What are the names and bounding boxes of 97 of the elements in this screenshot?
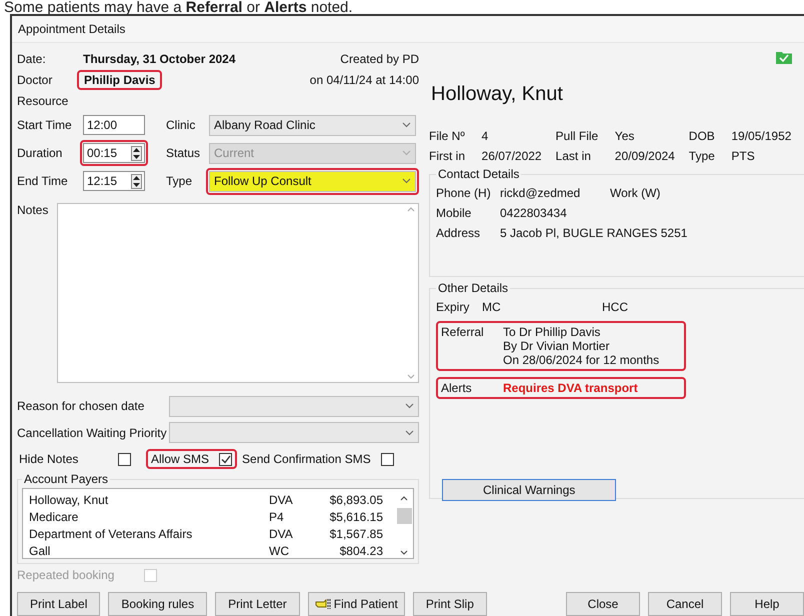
contact-label: Work (W) — [610, 186, 660, 200]
field-label: Date: — [17, 52, 47, 66]
clinical-warnings-button[interactable]: Clinical Warnings — [442, 479, 616, 501]
payer-name: Holloway, Knut — [29, 493, 110, 508]
time-field[interactable]: 12:00 — [83, 115, 145, 136]
panel-title: Other Details — [437, 281, 510, 295]
payer-name: Department of Veterans Affairs — [29, 527, 194, 542]
contact-label: Phone (H) — [436, 186, 492, 200]
field-label: HCC — [602, 300, 628, 314]
info-value: 20/09/2024 — [614, 149, 676, 163]
field-label: Resource — [17, 94, 70, 108]
field-label: Cancellation Waiting Priority — [17, 426, 168, 440]
field-label: MC — [482, 300, 502, 314]
payer-amount: $804.23 — [338, 544, 383, 558]
footer-button[interactable]: Print Letter — [215, 592, 300, 616]
payer-code: WC — [269, 544, 290, 558]
field-label: Notes — [17, 202, 50, 217]
payer-name: Medicare — [29, 510, 80, 524]
field-label: Start Time — [17, 118, 73, 132]
contact-value: 0422803434 — [500, 206, 568, 220]
panel-title: Contact Details — [437, 167, 520, 181]
info-label: DOB — [688, 129, 716, 143]
checkbox[interactable] — [380, 452, 394, 466]
patient-name: Holloway, Knut — [430, 82, 564, 107]
scrollbar-thumb-icon[interactable] — [396, 508, 412, 524]
folder-check-icon[interactable] — [776, 50, 792, 64]
field-label: End Time — [17, 174, 69, 188]
field-label: Type — [166, 174, 194, 188]
referral-line: By Dr Vivian Mortier — [503, 339, 610, 353]
contact-label: Address — [436, 226, 482, 240]
info-value: 19/05/1952 — [731, 129, 792, 143]
time-field[interactable]: 12:15 — [83, 171, 145, 192]
window-title: Appointment Details — [18, 22, 126, 36]
payer-amount: $6,893.05 — [328, 493, 383, 508]
alert-text: Requires DVA transport — [503, 381, 638, 395]
spinner-icon[interactable] — [131, 174, 142, 189]
field-label: Expiry — [436, 300, 470, 314]
caret-icon — [402, 178, 411, 184]
created-by: Created by PD — [340, 52, 419, 66]
payer-name: Gall — [29, 544, 52, 558]
info-value: 26/07/2022 — [482, 149, 543, 163]
contact-label: Mobile — [436, 206, 472, 220]
info-label: File Nº — [429, 129, 466, 143]
caret-icon — [405, 430, 414, 436]
dropdown[interactable]: Albany Road Clinic — [209, 114, 416, 136]
payer-code: DVA — [269, 493, 294, 508]
footer-button[interactable]: Print Slip — [412, 592, 487, 616]
scroll-up-icon[interactable] — [400, 496, 408, 502]
payer-amount: $5,616.15 — [328, 510, 383, 524]
checkbox[interactable] — [118, 452, 131, 466]
field-label: Alerts — [441, 381, 473, 395]
info-label: First in — [429, 149, 466, 163]
payer-code: P4 — [269, 510, 285, 524]
dropdown[interactable] — [169, 422, 419, 444]
panel-title: Account Payers — [23, 472, 110, 486]
info-value: Yes — [614, 129, 636, 143]
field-label: Status — [166, 146, 202, 160]
spinner-icon[interactable] — [131, 146, 142, 161]
dropdown[interactable]: Follow Up Consult — [209, 170, 416, 192]
date-value: Thursday, 31 October 2024 — [83, 52, 236, 66]
checkbox-label: Allow SMS — [151, 452, 210, 466]
caption: Some patients may have a Referral or Alerts noted. — [3, 0, 354, 14]
dropdown[interactable] — [169, 396, 419, 417]
info-label: Last in — [556, 149, 592, 163]
payer-amount: $1,567.85 — [328, 527, 383, 542]
created-on: on 04/11/24 at 14:00 — [310, 73, 419, 88]
referral-line: To Dr Phillip Davis — [503, 325, 602, 339]
scroll-down-icon[interactable] — [400, 550, 408, 556]
caret-icon — [402, 150, 411, 156]
footer-button[interactable]: Find Patient — [308, 592, 405, 616]
field-label: Duration — [17, 146, 64, 160]
payer-code: DVA — [269, 527, 294, 542]
footer-button[interactable]: Close — [566, 592, 640, 616]
info-value: 4 — [482, 129, 490, 143]
checkbox-label: Repeated booking — [17, 568, 114, 582]
caret-icon — [402, 122, 411, 128]
footer-button[interactable]: Print Label — [17, 592, 100, 616]
info-label: Type — [688, 149, 716, 163]
field-label: Doctor — [17, 73, 54, 88]
doctor-name: Phillip Davis — [77, 70, 162, 90]
checkbox-label: Hide Notes — [19, 452, 78, 466]
info-label: Pull File — [556, 129, 600, 143]
field-label: Referral — [441, 325, 485, 341]
field-label: Clinic — [166, 118, 196, 132]
footer-button[interactable]: Cancel — [648, 592, 722, 616]
contact-value: 5 Jacob Pl, BUGLE RANGES 5251 — [500, 226, 688, 240]
field-label: Reason for chosen date — [17, 399, 146, 414]
check-icon — [220, 454, 231, 464]
checkbox-label: Send Confirmation SMS — [242, 452, 371, 466]
contact-value: rickd@zedmed — [500, 186, 582, 200]
info-value: PTS — [731, 149, 756, 163]
time-field[interactable]: 00:15 — [83, 143, 145, 164]
caret-icon — [405, 403, 414, 410]
footer-button[interactable]: Help — [730, 592, 804, 616]
footer-button[interactable]: Booking rules — [108, 592, 208, 616]
referral-line: On 28/06/2024 for 12 months — [503, 353, 660, 367]
checkbox[interactable] — [219, 452, 232, 466]
